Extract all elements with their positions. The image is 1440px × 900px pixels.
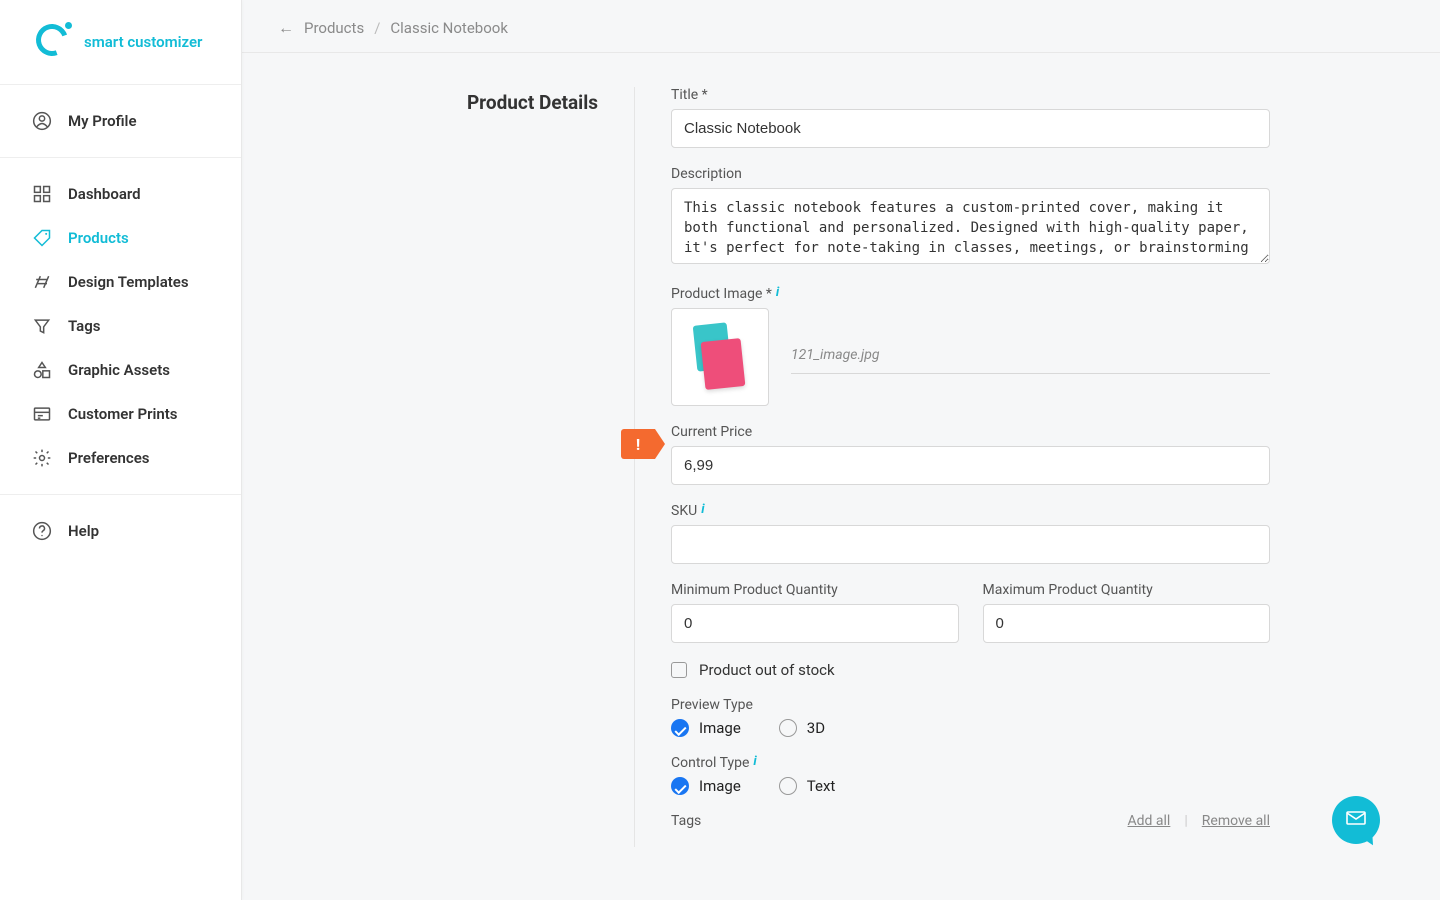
out-of-stock-checkbox[interactable] xyxy=(671,662,687,678)
sidebar: smart customizer My Profile Dashboard Pr… xyxy=(0,0,242,900)
sidebar-item-label: Preferences xyxy=(68,449,150,467)
brand-name: smart customizer xyxy=(84,33,202,51)
max-quantity-input[interactable] xyxy=(983,604,1271,643)
control-type-image-radio[interactable] xyxy=(671,777,689,795)
control-type-text-radio[interactable] xyxy=(779,777,797,795)
current-price-label: Current Price xyxy=(671,424,1270,440)
min-quantity-input[interactable] xyxy=(671,604,959,643)
templates-icon xyxy=(32,272,52,292)
sidebar-item-tags[interactable]: Tags xyxy=(0,304,241,348)
breadcrumb: ← Products / Classic Notebook xyxy=(242,0,1440,53)
back-arrow-icon[interactable]: ← xyxy=(278,18,294,38)
help-icon xyxy=(32,521,52,541)
sku-input[interactable] xyxy=(671,525,1270,564)
product-image-thumbnail[interactable] xyxy=(671,308,769,406)
tags-label: Tags xyxy=(671,813,701,829)
max-quantity-label: Maximum Product Quantity xyxy=(983,582,1271,598)
info-icon[interactable]: i xyxy=(753,755,756,768)
breadcrumb-parent[interactable]: Products xyxy=(304,19,364,37)
section-title: Product Details xyxy=(382,91,622,114)
radio-label: 3D xyxy=(807,719,825,737)
chat-fab[interactable] xyxy=(1332,796,1380,844)
sidebar-item-customer-prints[interactable]: Customer Prints xyxy=(0,392,241,436)
sidebar-item-label: Tags xyxy=(68,317,101,335)
error-badge-icon[interactable]: ! xyxy=(621,429,655,459)
envelope-icon xyxy=(1344,806,1368,834)
dashboard-icon xyxy=(32,184,52,204)
preview-type-label: Preview Type xyxy=(671,697,1270,713)
assets-icon xyxy=(32,360,52,380)
logo-icon xyxy=(36,24,72,60)
sidebar-item-dashboard[interactable]: Dashboard xyxy=(0,172,241,216)
sidebar-item-label: Help xyxy=(68,522,99,540)
filter-icon xyxy=(32,316,52,336)
image-filename[interactable]: 121_image.jpg xyxy=(791,341,1270,374)
sidebar-item-label: Products xyxy=(68,229,129,247)
title-input[interactable] xyxy=(671,109,1270,148)
sidebar-item-products[interactable]: Products xyxy=(0,216,241,260)
vertical-divider xyxy=(634,87,635,847)
breadcrumb-separator: / xyxy=(374,19,380,37)
radio-label: Image xyxy=(699,777,741,795)
tags-add-all-link[interactable]: Add all xyxy=(1128,813,1171,829)
breadcrumb-current: Classic Notebook xyxy=(390,19,508,37)
out-of-stock-label: Product out of stock xyxy=(699,661,835,679)
prints-icon xyxy=(32,404,52,424)
main-content: ← Products / Classic Notebook Product De… xyxy=(242,0,1440,900)
info-icon[interactable]: i xyxy=(776,286,779,299)
user-icon xyxy=(32,111,52,131)
info-icon[interactable]: i xyxy=(701,503,704,516)
sidebar-item-graphic-assets[interactable]: Graphic Assets xyxy=(0,348,241,392)
description-label: Description xyxy=(671,166,1270,182)
sidebar-item-label: Graphic Assets xyxy=(68,361,170,379)
sidebar-item-label: Customer Prints xyxy=(68,405,178,423)
product-image-label: Product Image * i xyxy=(671,286,1270,302)
sidebar-item-label: Design Templates xyxy=(68,273,189,291)
gear-icon xyxy=(32,448,52,468)
control-type-label: Control Type i xyxy=(671,755,1270,771)
sku-label: SKU i xyxy=(671,503,1270,519)
sidebar-item-design-templates[interactable]: Design Templates xyxy=(0,260,241,304)
radio-label: Text xyxy=(807,777,836,795)
min-quantity-label: Minimum Product Quantity xyxy=(671,582,959,598)
preview-type-image-radio[interactable] xyxy=(671,719,689,737)
logo[interactable]: smart customizer xyxy=(0,0,241,85)
sidebar-item-preferences[interactable]: Preferences xyxy=(0,436,241,480)
tag-icon xyxy=(32,228,52,248)
radio-label: Image xyxy=(699,719,741,737)
description-textarea[interactable]: This classic notebook features a custom-… xyxy=(671,188,1270,264)
sidebar-item-label: Dashboard xyxy=(68,185,141,203)
sidebar-item-help[interactable]: Help xyxy=(0,509,241,553)
preview-type-3d-radio[interactable] xyxy=(779,719,797,737)
tags-remove-all-link[interactable]: Remove all xyxy=(1202,813,1270,829)
sidebar-item-my-profile[interactable]: My Profile xyxy=(0,99,241,143)
current-price-input[interactable] xyxy=(671,446,1270,485)
sidebar-item-label: My Profile xyxy=(68,112,137,130)
title-label: Title * xyxy=(671,87,1270,103)
